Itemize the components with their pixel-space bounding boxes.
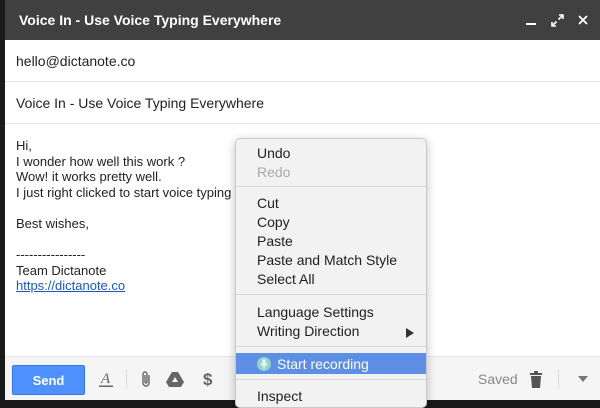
- menu-separator: [236, 294, 426, 295]
- menu-item-cut[interactable]: Cut: [236, 193, 426, 212]
- signature-link[interactable]: https://dictanote.co: [16, 278, 125, 293]
- send-button[interactable]: Send: [12, 365, 85, 395]
- to-recipient: hello@dictanote.co: [16, 52, 136, 69]
- subject-field[interactable]: Voice In - Use Voice Typing Everywhere: [5, 82, 600, 124]
- text-format-icon[interactable]: A: [96, 369, 116, 389]
- subject-text: Voice In - Use Voice Typing Everywhere: [16, 94, 264, 111]
- menu-item-label: Writing Direction: [257, 322, 360, 339]
- context-menu: Undo Redo Cut Copy Paste Paste and Match…: [235, 138, 427, 408]
- google-drive-icon[interactable]: [165, 369, 185, 389]
- menu-item-inspect[interactable]: Inspect: [236, 386, 426, 405]
- menu-item-select-all[interactable]: Select All: [236, 269, 426, 288]
- compose-title: Voice In - Use Voice Typing Everywhere: [19, 12, 282, 28]
- compose-titlebar[interactable]: Voice In - Use Voice Typing Everywhere: [5, 0, 600, 40]
- dropdown-arrow-icon[interactable]: [573, 369, 593, 389]
- saved-status: Saved: [478, 371, 518, 387]
- voice-in-icon: [257, 356, 271, 371]
- close-icon[interactable]: [576, 13, 590, 27]
- window-controls: [524, 13, 590, 27]
- menu-item-redo: Redo: [257, 163, 291, 180]
- menu-item-start-recording[interactable]: Start recording: [236, 353, 426, 374]
- expand-icon[interactable]: [550, 13, 564, 27]
- menu-item-writing-direction[interactable]: Writing Direction: [236, 321, 426, 340]
- menu-item-copy[interactable]: Copy: [236, 212, 426, 231]
- svg-text:A: A: [100, 371, 111, 387]
- menu-item-label: Start recording: [277, 355, 369, 372]
- menu-separator: [236, 379, 426, 380]
- trash-icon[interactable]: [526, 369, 546, 389]
- paperclip-icon[interactable]: [136, 369, 156, 389]
- menu-item-paste[interactable]: Paste: [236, 231, 426, 250]
- to-field[interactable]: hello@dictanote.co: [5, 40, 600, 82]
- menu-separator: [236, 346, 426, 347]
- svg-text:$: $: [203, 370, 213, 388]
- toolbar-divider: [558, 369, 559, 389]
- toolbar-divider: [126, 369, 127, 389]
- submenu-arrow-icon: [406, 325, 414, 341]
- menu-separator: [236, 186, 426, 187]
- menu-item-language-settings[interactable]: Language Settings: [236, 302, 426, 321]
- dollar-icon[interactable]: $: [198, 369, 218, 389]
- menu-item-paste-match-style[interactable]: Paste and Match Style: [236, 250, 426, 269]
- minimize-icon[interactable]: [524, 13, 538, 27]
- menu-item-undo[interactable]: Undo: [236, 143, 426, 162]
